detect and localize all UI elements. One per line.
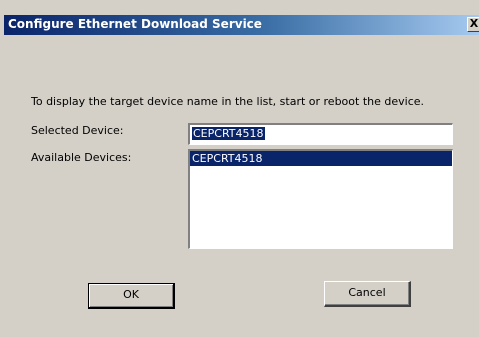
configure-ethernet-download-dialog: Configure Ethernet Download Service X To… (0, 0, 479, 337)
title-bar[interactable]: Configure Ethernet Download Service X (4, 15, 479, 35)
selected-device-value: CEPCRT4518 (192, 127, 265, 140)
selected-device-field[interactable]: CEPCRT4518 (188, 123, 453, 145)
available-devices-list[interactable]: CEPCRT4518 (188, 149, 453, 249)
ok-button[interactable]: OK (88, 283, 175, 309)
selected-device-label: Selected Device: (31, 124, 124, 137)
close-button[interactable]: X (467, 17, 479, 32)
cancel-button[interactable]: Cancel (324, 281, 411, 307)
list-item[interactable]: CEPCRT4518 (190, 151, 452, 166)
available-devices-label: Available Devices: (31, 151, 132, 164)
close-icon: X (469, 17, 479, 30)
window-title: Configure Ethernet Download Service (8, 17, 262, 31)
instruction-text: To display the target device name in the… (31, 95, 425, 108)
